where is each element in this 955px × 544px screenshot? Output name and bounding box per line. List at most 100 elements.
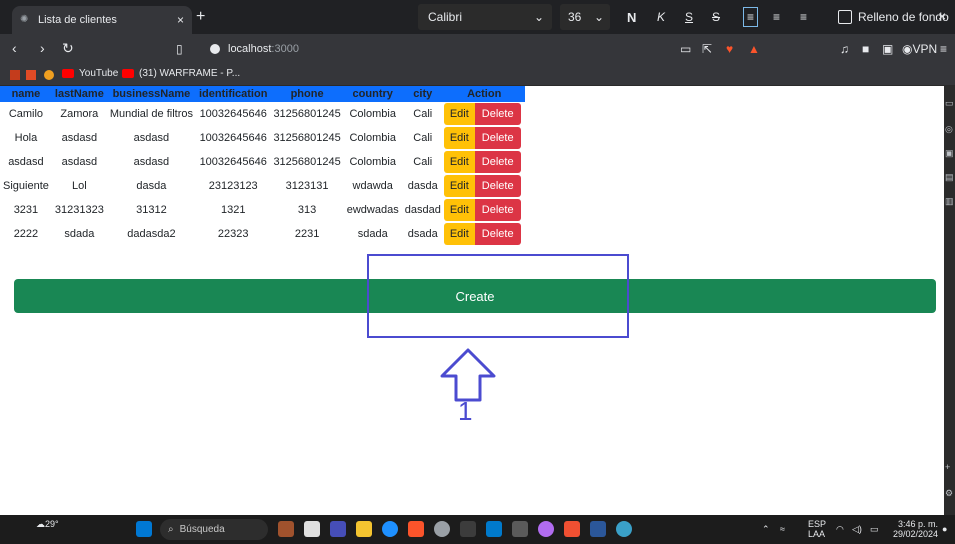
edit-button[interactable]: Edit [443,199,475,221]
table-cell-businessName: dadasda2 [127,228,176,240]
table-cell-phone: 31256801245 [273,132,341,144]
strikethrough-button[interactable]: S [712,4,720,30]
brave-shields-icon[interactable]: ♥ [726,42,733,56]
bookmark-favicon-icon[interactable] [44,70,54,80]
align-right-icon[interactable]: ≡ [800,4,807,30]
italic-button[interactable]: K [657,4,665,30]
delete-button[interactable]: Delete [474,175,521,197]
delete-button[interactable]: Delete [474,199,521,221]
brave-icon[interactable] [408,521,424,537]
delete-button[interactable]: Delete [474,103,521,125]
align-left-icon[interactable]: ≡ [743,7,759,27]
sidebar-panel-icon[interactable]: ▣ [945,148,954,159]
column-header: Action [443,86,525,102]
site-info-icon[interactable] [210,44,220,54]
delete-button[interactable]: Delete [474,223,521,245]
edit-button[interactable]: Edit [443,175,475,197]
window-close-icon[interactable]: × [938,8,946,24]
weather-widget[interactable]: ☁29° [36,519,59,529]
terminal-icon[interactable] [460,521,476,537]
table-cell-country: ewdwadas [346,204,399,216]
table-cell-city: Cali [413,132,433,144]
table-cell-phone: 31256801245 [273,156,341,168]
reload-icon[interactable]: ↻ [62,40,74,57]
sidebar-panel-icon[interactable]: ◎ [945,124,953,135]
url-field[interactable]: localhost :3000 [210,39,299,59]
table-cell-action: Edit Delete [443,222,525,246]
font-size-select[interactable]: 36 ⌄ [560,4,610,30]
task-view-icon[interactable] [304,521,320,537]
vscode-icon[interactable] [486,521,502,537]
sidebar-toggle-icon[interactable]: ■ [862,42,869,56]
share-icon[interactable]: ⇱ [702,42,712,56]
teams-icon[interactable] [330,521,346,537]
font-name-select[interactable]: Calibri ⌄ [418,4,552,30]
delete-button[interactable]: Delete [474,127,521,149]
fill-background-checkbox[interactable] [838,10,852,24]
volume-icon[interactable]: ◁) [852,524,862,534]
windows-taskbar: ☁29° ⌕ Búsqueda ⌃ ≈ ESP LAA ◠ ◁) ▭ 3:46 … [0,515,955,544]
table-row: asdasd asdasd asdasd 10032645646 31256801245… [0,150,525,174]
bookmark-favicon-icon[interactable] [26,70,36,80]
column-header: name [0,86,52,102]
git-icon[interactable] [564,521,580,537]
file-explorer-icon[interactable] [356,521,372,537]
app-icon[interactable] [616,521,632,537]
app-icon[interactable] [538,521,554,537]
edit-button[interactable]: Edit [443,127,475,149]
taskbar-search[interactable]: ⌕ Búsqueda [160,519,268,540]
table-cell-businessName: Mundial de filtros [109,108,193,120]
table-cell-country: Colombia [349,156,396,168]
console-icon[interactable] [512,521,528,537]
sidebar-panel-icon[interactable]: ▤ [945,172,954,183]
edit-button[interactable]: Edit [443,151,475,173]
bookmark-youtube[interactable]: YouTube [62,68,118,79]
align-center-icon[interactable]: ≡ [773,4,780,30]
sidebar-panel-icon[interactable]: ▥ [945,196,954,207]
table-cell-action: Edit Delete [443,174,525,198]
table-cell-city: dasdad [404,204,441,216]
bookmark-warframe[interactable]: (31) WARFRAME - P... [122,68,240,79]
windows-start-icon[interactable] [136,521,152,537]
wallet-icon[interactable]: ▣ [882,42,893,56]
page-viewport: name lastName businessName identificatio… [0,86,944,515]
delete-button[interactable]: Delete [474,151,521,173]
bookmark-favicon-icon[interactable] [10,70,20,80]
new-tab-button[interactable]: + [196,8,205,26]
settings-icon[interactable] [434,521,450,537]
word-icon[interactable] [590,521,606,537]
tab-close-icon[interactable]: × [177,13,184,27]
edit-button[interactable]: Edit [443,103,475,125]
media-icon[interactable]: ♫ [840,42,849,56]
underline-button[interactable]: S [685,4,693,30]
language-indicator[interactable]: ESP LAA [808,519,826,539]
menu-icon[interactable]: ≡ [940,42,947,56]
edit-button[interactable]: Edit [443,223,475,245]
vpn-icon[interactable]: ◉VPN [902,42,937,56]
back-icon[interactable]: ‹ [12,40,17,56]
battery-icon[interactable]: ▭ [870,524,879,534]
browser-tab[interactable]: ✺ Lista de clientes × [12,6,192,34]
network-tray-icon[interactable]: ≈ [780,524,785,534]
bold-button[interactable]: N [627,4,636,30]
edge-icon[interactable] [382,521,398,537]
forward-icon[interactable]: › [40,40,45,56]
sidebar-settings-icon[interactable]: ⚙ [945,488,953,499]
chevron-up-icon[interactable]: ⌃ [762,524,770,534]
table-cell-lastName: sdada [64,228,95,240]
widgets-icon[interactable] [278,521,294,537]
bookmark-icon[interactable]: ▯ [176,42,183,56]
wifi-icon[interactable]: ◠ [836,524,844,534]
sidebar-add-icon[interactable]: + [945,462,950,472]
table-cell-action: Edit Delete [443,102,525,126]
clock[interactable]: 3:46 p. m. 29/02/2024 [890,519,938,539]
clients-table: name lastName businessName identificatio… [0,86,525,246]
brave-rewards-icon[interactable]: ▲ [748,42,760,56]
table-cell-city: Cali [413,156,433,168]
cast-icon[interactable]: ▭ [680,42,691,56]
screen: ✺ Lista de clientes × + Calibri ⌄ 36 ⌄ N… [0,0,955,544]
notification-icon[interactable]: ● [942,524,947,534]
table-body: Camilo Zamora Mundial de filtros 1003264564… [0,102,525,246]
sidebar-panel-icon[interactable]: ▭ [945,98,954,109]
table-cell-phone: 313 [297,204,317,216]
